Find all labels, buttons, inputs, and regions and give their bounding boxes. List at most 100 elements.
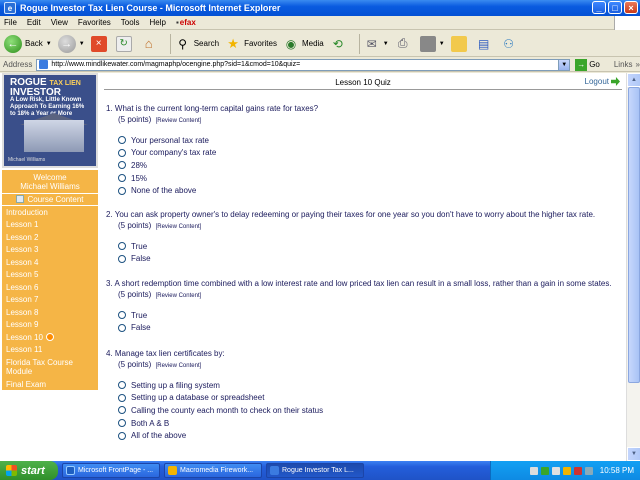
links-button[interactable]: Links — [614, 60, 633, 69]
taskbar-fireworks[interactable]: Macromedia Firework... — [164, 463, 262, 478]
forward-button[interactable]: → ▼ — [57, 34, 85, 53]
nav-lesson-11[interactable]: Lesson 11 — [2, 343, 98, 356]
logout-link[interactable]: Logout — [585, 77, 620, 86]
tray-app-icon[interactable] — [562, 466, 571, 475]
review-content-link[interactable]: [Review Content] — [156, 293, 202, 299]
radio-button[interactable] — [118, 174, 126, 183]
home-icon: ⌂ — [144, 36, 153, 51]
nav-lesson-1[interactable]: Lesson 1 — [2, 218, 98, 231]
menu-file[interactable]: File — [4, 18, 17, 27]
menu-tools[interactable]: Tools — [121, 18, 140, 27]
nav-florida-module[interactable]: Florida Tax Course Module — [2, 356, 98, 378]
research-icon: ▤ — [478, 36, 490, 51]
taskbar: start Microsoft FrontPage - ... Macromed… — [0, 461, 640, 480]
back-button[interactable]: ← Back ▼ — [4, 34, 52, 53]
course-content-icon — [16, 195, 25, 204]
messenger-button[interactable]: ⚇ — [501, 36, 520, 52]
tray-security-icon[interactable] — [573, 466, 582, 475]
refresh-button[interactable]: ↻ — [115, 35, 135, 52]
nav-lesson-9[interactable]: Lesson 9 — [2, 318, 98, 331]
scroll-down-arrow-icon[interactable]: ▼ — [627, 447, 640, 461]
nav-lesson-7[interactable]: Lesson 7 — [2, 293, 98, 306]
answer-option[interactable]: Setting up a filing system — [118, 379, 323, 392]
efax-menu[interactable]: ▪ efax — [176, 18, 196, 27]
menu-favorites[interactable]: Favorites — [78, 18, 111, 27]
ie-icon: e — [4, 2, 16, 14]
menu-view[interactable]: View — [51, 18, 68, 27]
maximize-button[interactable]: □ — [608, 1, 622, 14]
taskbar-ie[interactable]: Rogue Investor Tax L... — [266, 463, 364, 478]
tray-tool-icon[interactable] — [529, 466, 538, 475]
answer-option[interactable]: Your company's tax rate — [118, 147, 318, 160]
radio-button[interactable] — [118, 431, 126, 440]
address-input[interactable]: http://www.mindlikewater.com/magmaphp/oc… — [36, 58, 571, 71]
review-content-link[interactable]: [Review Content] — [156, 363, 202, 369]
nav-final-exam[interactable]: Final Exam — [2, 378, 98, 391]
windows-logo-icon — [6, 465, 17, 476]
nav-lesson-2[interactable]: Lesson 2 — [2, 231, 98, 244]
print-button[interactable]: ⎙ — [395, 36, 414, 52]
radio-button[interactable] — [118, 148, 126, 157]
answer-option[interactable]: False — [118, 253, 595, 266]
answer-option[interactable]: True — [118, 309, 612, 322]
mail-icon: ✉ — [366, 36, 377, 51]
history-button[interactable]: ⟲ — [330, 36, 349, 52]
answer-option[interactable]: Your personal tax rate — [118, 134, 318, 147]
forward-arrow-icon: → — [57, 34, 76, 53]
go-arrow-icon: → — [575, 58, 588, 71]
start-button[interactable]: start — [0, 461, 58, 480]
radio-button[interactable] — [118, 406, 126, 415]
radio-button[interactable] — [118, 242, 126, 251]
stop-button[interactable]: × — [90, 35, 110, 52]
favorites-button[interactable]: ★ Favorites — [225, 36, 277, 52]
nav-lesson-6[interactable]: Lesson 6 — [2, 281, 98, 294]
radio-button[interactable] — [118, 311, 126, 320]
discuss-button[interactable] — [450, 35, 470, 52]
review-content-link[interactable]: [Review Content] — [156, 224, 202, 230]
close-button[interactable]: × — [624, 1, 638, 14]
minimize-button[interactable]: _ — [592, 1, 606, 14]
nav-lesson-5[interactable]: Lesson 5 — [2, 268, 98, 281]
answer-option[interactable]: Both A & B — [118, 417, 323, 430]
taskbar-frontpage[interactable]: Microsoft FrontPage - ... — [62, 463, 160, 478]
nav-lesson-4[interactable]: Lesson 4 — [2, 256, 98, 269]
tray-monitor-icon[interactable] — [584, 466, 593, 475]
radio-button[interactable] — [118, 419, 126, 428]
answer-option[interactable]: True — [118, 240, 595, 253]
research-button[interactable]: ▤ — [476, 36, 495, 52]
chevron-down-icon[interactable]: ▼ — [558, 59, 570, 70]
tray-volume-icon[interactable] — [551, 466, 560, 475]
media-button[interactable]: ◉ Media — [283, 36, 324, 52]
menu-edit[interactable]: Edit — [27, 18, 41, 27]
go-button[interactable]: → Go — [575, 58, 600, 71]
nav-lesson-3[interactable]: Lesson 3 — [2, 243, 98, 256]
radio-button[interactable] — [118, 136, 126, 145]
menu-help[interactable]: Help — [149, 18, 165, 27]
answer-option[interactable]: 15% — [118, 172, 318, 185]
answer-option[interactable]: False — [118, 322, 612, 335]
radio-button[interactable] — [118, 186, 126, 195]
vertical-scrollbar[interactable]: ▲ ▼ — [626, 73, 640, 461]
home-button[interactable]: ⌂ — [141, 36, 160, 52]
nav-lesson-10[interactable]: Lesson 10 — [2, 331, 98, 344]
radio-button[interactable] — [118, 161, 126, 170]
edit-button[interactable]: ▼ — [419, 35, 445, 52]
answer-option[interactable]: None of the above — [118, 184, 318, 197]
radio-button[interactable] — [118, 323, 126, 332]
answer-option[interactable]: 28% — [118, 159, 318, 172]
radio-button[interactable] — [118, 393, 126, 402]
nav-lesson-8[interactable]: Lesson 8 — [2, 306, 98, 319]
answer-option[interactable]: Setting up a database or spreadsheet — [118, 392, 323, 405]
mail-button[interactable]: ✉ ▼ — [364, 36, 389, 52]
answer-option[interactable]: Calling the county each month to check o… — [118, 404, 323, 417]
scroll-up-arrow-icon[interactable]: ▲ — [627, 73, 640, 87]
search-button[interactable]: ⚲ Search — [175, 36, 219, 52]
radio-button[interactable] — [118, 254, 126, 263]
tray-network-icon[interactable] — [540, 466, 549, 475]
nav-introduction[interactable]: Introduction — [2, 206, 98, 219]
answer-option[interactable]: All of the above — [118, 429, 323, 442]
scrollbar-thumb[interactable] — [628, 87, 640, 383]
radio-button[interactable] — [118, 381, 126, 390]
fireworks-icon — [168, 466, 177, 475]
review-content-link[interactable]: [Review Content] — [156, 118, 202, 124]
